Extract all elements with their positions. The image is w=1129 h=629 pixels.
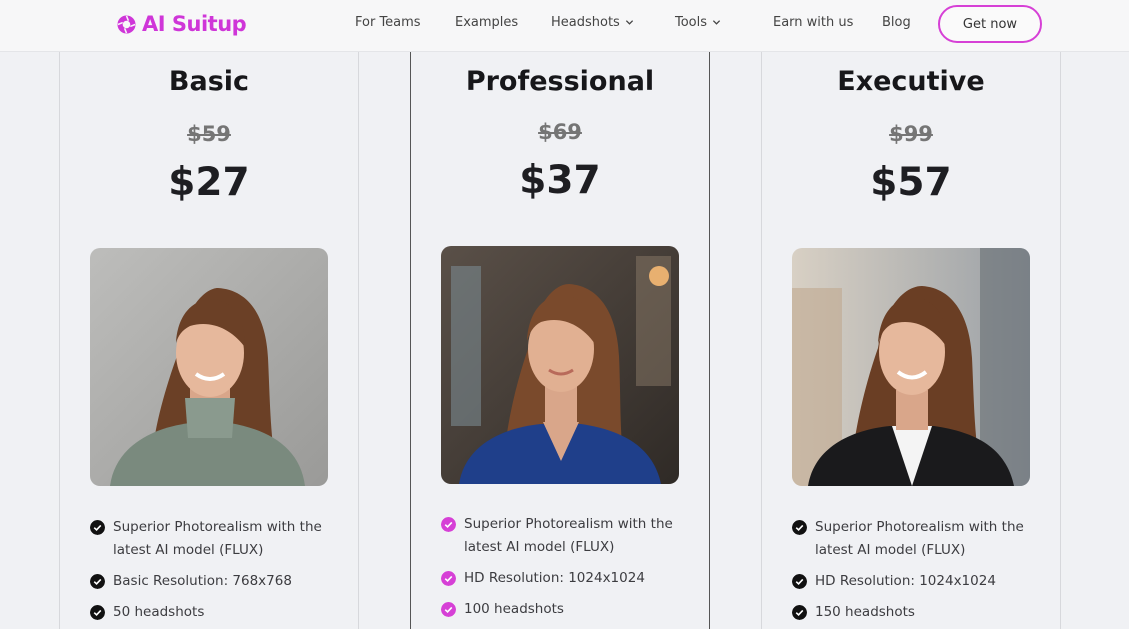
woman-headshot-blue-blouse-icon	[441, 246, 679, 484]
feature-text: HD Resolution: 1024x1024	[815, 573, 996, 589]
plan-name: Basic	[168, 66, 250, 97]
chevron-down-icon	[625, 20, 633, 25]
feature-text: HD Resolution: 1024x1024	[464, 570, 645, 586]
feature-text: Superior Photorealism with the latest AI…	[815, 519, 1024, 558]
headshot-photo	[441, 246, 679, 484]
plan-price: $57	[870, 160, 952, 205]
nav-label: Examples	[455, 15, 519, 30]
headshot-photo	[90, 248, 328, 486]
feature-text: Basic Resolution: 768x768	[113, 573, 292, 589]
feature-item: HD Resolution: 1024x1024	[441, 567, 701, 590]
chevron-down-icon	[712, 20, 721, 25]
nav-tools[interactable]: Tools	[675, 15, 721, 30]
brand-name: AI Suitup	[142, 12, 247, 36]
plan-card-executive: Executive $99 $57 Superior Photorealism …	[761, 52, 1061, 629]
nav-earn-with-us[interactable]: Earn with us	[773, 15, 853, 30]
check-circle-icon	[792, 574, 807, 589]
plan-price: $27	[168, 160, 250, 205]
check-circle-icon	[90, 520, 105, 535]
woman-headshot-black-blazer-icon	[792, 248, 1030, 486]
brand-logo[interactable]: AI Suitup	[117, 10, 247, 38]
get-now-button[interactable]: Get now	[938, 5, 1042, 43]
check-circle-icon	[792, 605, 807, 620]
check-circle-icon	[441, 571, 456, 586]
site-header: AI Suitup For Teams Examples Headshots T…	[0, 0, 1129, 52]
nav-label: Earn with us	[773, 15, 854, 30]
feature-text: 100 headshots	[464, 601, 564, 617]
nav-label: Tools	[675, 15, 708, 30]
nav-label: Headshots	[551, 15, 620, 30]
plan-old-price: $99	[889, 122, 933, 146]
nav-for-teams[interactable]: For Teams	[355, 15, 421, 30]
feature-item: Superior Photorealism with the latest AI…	[792, 516, 1052, 562]
check-circle-icon	[90, 605, 105, 620]
feature-item: Superior Photorealism with the latest AI…	[441, 513, 701, 559]
feature-text: 150 headshots	[815, 604, 915, 620]
nav-label: Blog	[882, 15, 911, 30]
plan-name: Executive	[837, 66, 985, 97]
feature-item: 100 headshots	[441, 598, 701, 621]
plan-card-professional: Professional $69 $37 Superior Photoreali…	[410, 52, 710, 629]
check-circle-icon	[792, 520, 807, 535]
plan-old-price: $59	[187, 122, 231, 146]
woman-headshot-gray-sweater-icon	[90, 248, 328, 486]
nav-label: For Teams	[355, 15, 421, 30]
plan-name: Professional	[465, 66, 655, 97]
check-circle-icon	[90, 574, 105, 589]
plan-old-price: $69	[538, 120, 582, 144]
cta-label: Get now	[962, 16, 1018, 32]
feature-text: Superior Photorealism with the latest AI…	[113, 519, 322, 558]
plan-price: $37	[519, 158, 601, 203]
plan-card-basic: Basic $59 $27 Superior Photorealism with…	[59, 52, 359, 629]
feature-item: Superior Photorealism with the latest AI…	[90, 516, 350, 562]
aperture-logo-icon	[117, 14, 136, 34]
nav-headshots[interactable]: Headshots	[551, 15, 634, 30]
check-circle-icon	[441, 602, 456, 617]
headshot-photo	[792, 248, 1030, 486]
feature-item: HD Resolution: 1024x1024	[792, 570, 1052, 593]
check-circle-icon	[441, 517, 456, 532]
nav-blog[interactable]: Blog	[882, 15, 911, 30]
feature-text: Superior Photorealism with the latest AI…	[464, 516, 673, 555]
feature-text: 50 headshots	[113, 604, 205, 620]
feature-item: 150 headshots	[792, 601, 1052, 624]
feature-item: Basic Resolution: 768x768	[90, 570, 350, 593]
nav-examples[interactable]: Examples	[455, 15, 518, 30]
feature-item: 50 headshots	[90, 601, 350, 624]
